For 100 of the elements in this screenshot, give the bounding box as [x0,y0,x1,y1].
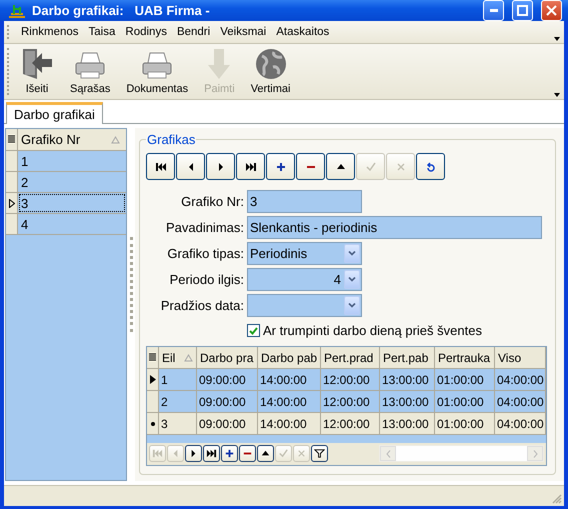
table-cell: 12:00:00 [321,369,380,391]
tab[interactable]: Darbo grafikai [6,102,103,124]
last-record-icon [206,450,216,458]
dropdown-button[interactable] [344,296,360,315]
table-cell: 14:00:00 [258,369,321,391]
table-cell: 13:00:00 [380,391,435,413]
navigator-button[interactable] [311,445,328,462]
column-header[interactable]: Darbo pra [197,347,258,369]
table-cell: 01:00:00 [435,391,495,413]
down-arrow-icon [207,47,232,81]
menu-item[interactable]: Ataskaitos [271,26,334,38]
list-cell[interactable]: 1 [18,151,126,171]
resize-grip-icon[interactable] [552,494,562,504]
table-cell: 13:00:00 [380,369,435,391]
field-label: Pavadinimas: [164,220,244,235]
chevron-down-icon [348,251,356,256]
next-icon [218,162,222,170]
dropdown-field[interactable]: Periodinis [247,242,362,265]
last-record-icon [246,162,256,170]
menu-item[interactable]: Veiksmai [215,26,272,38]
globe-icon [254,47,288,81]
toolbar-button[interactable]: Sąrašas [64,51,116,95]
toolbar-button[interactable]: Dokumentas [120,51,194,95]
column-header[interactable]: Eil [159,347,197,369]
group-title: Grafikas [146,132,196,147]
table-cell: 12:00:00 [321,413,380,435]
navigator-button[interactable] [236,153,265,180]
table-cell: 01:00:00 [435,413,495,435]
close-button[interactable] [541,0,562,21]
navigator-button[interactable] [296,153,325,180]
first-record-icon [152,450,162,458]
toolbar-button[interactable]: Vertimai [244,47,296,95]
minus-icon [306,166,314,168]
navigator-button[interactable] [257,445,274,462]
column-chooser-icon[interactable] [8,135,15,144]
table-cell: 09:00:00 [197,413,258,435]
column-header[interactable]: Viso [495,347,546,369]
sort-icon [184,354,193,362]
column-header[interactable]: Pert.pab [380,347,435,369]
navigator-button[interactable] [203,445,220,462]
menu-item[interactable]: Rodinys [120,26,172,38]
table-cell: 04:00:00 [495,369,546,391]
table-cell: 09:00:00 [197,369,258,391]
chevron-down-icon [348,303,356,308]
previous-icon [188,162,192,170]
column-header[interactable]: Pertrauka [435,347,495,369]
table-cell: 01:00:00 [435,369,495,391]
list-cell[interactable]: 2 [18,172,126,192]
column-chooser-icon[interactable] [149,353,156,362]
minus-icon [244,452,252,454]
checkbox-label: Ar trumpinti darbo dieną prieš šventes [263,323,482,338]
navigator-button[interactable] [326,153,355,180]
maximize-button[interactable] [512,0,533,21]
input-field[interactable]: Slenkantis - periodinis [247,216,542,239]
checkbox[interactable] [247,324,260,337]
table-cell: 1 [159,369,197,391]
chevron-down-icon [348,277,356,282]
navigator-button[interactable] [185,445,202,462]
previous-icon [174,450,178,458]
list-cell[interactable]: 3 [18,193,126,213]
checkmark-icon [249,326,258,334]
table-cell: 3 [159,413,197,435]
door-arrow-icon [20,47,54,81]
navigator-button[interactable] [416,153,445,180]
navigator-button[interactable] [266,153,295,180]
minimize-button[interactable] [483,0,504,21]
table-cell: 12:00:00 [321,391,380,413]
menu-item[interactable]: Rinkmenos [16,26,84,38]
navigator-button[interactable] [221,445,238,462]
navigator-button[interactable] [146,153,175,180]
menu-item[interactable]: Taisa [84,26,120,38]
column-header[interactable]: Darbo pab [258,347,321,369]
input-field[interactable]: 3 [247,190,362,213]
navigator-button[interactable] [206,153,235,180]
field-label: Grafiko Nr: [180,194,244,209]
table-cell: 13:00:00 [380,413,435,435]
printer-icon [140,51,174,81]
dropdown-field[interactable] [247,294,362,317]
filter-icon [314,449,325,458]
plus-icon [276,162,284,170]
table-cell: 14:00:00 [258,391,321,413]
navigator-button[interactable] [176,153,205,180]
list-cell[interactable]: 4 [18,214,126,234]
field-label: Grafiko tipas: [166,246,244,261]
menu-item[interactable]: Bendri [172,26,216,38]
table-cell: 09:00:00 [197,391,258,413]
dropdown-button[interactable] [344,244,360,263]
toolbar-button[interactable]: Išeiti [14,47,60,95]
dropdown-button[interactable] [344,270,360,289]
table-cell: 14:00:00 [258,413,321,435]
app-icon [8,2,26,18]
column-header[interactable]: Pert.prad [321,347,380,369]
dropdown-field[interactable]: 4 [247,268,362,291]
maximize-icon [517,5,528,16]
table-cell: 04:00:00 [495,391,546,413]
refresh-icon [426,162,434,172]
navigator-button[interactable] [239,445,256,462]
printer-icon [73,51,108,81]
close-icon [546,5,557,16]
table-cell: 04:00:00 [495,413,546,435]
